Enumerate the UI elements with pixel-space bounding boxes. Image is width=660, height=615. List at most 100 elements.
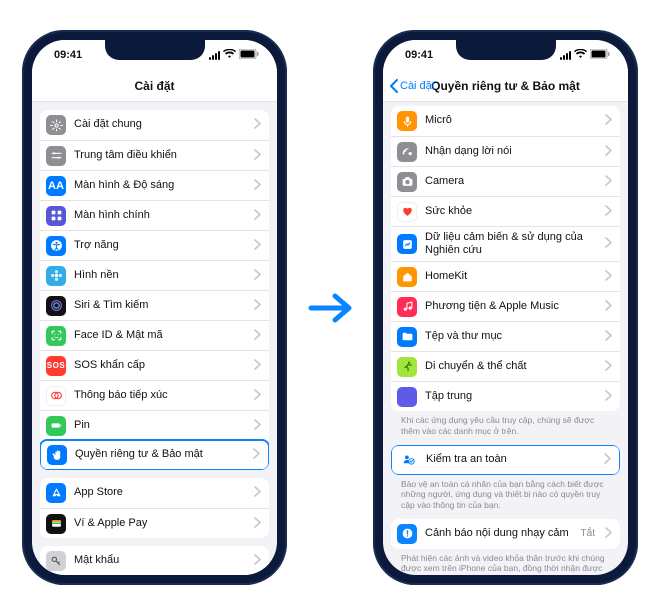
- mic-icon: [397, 111, 417, 131]
- settings-row-gear[interactable]: Cài đặt chung: [40, 110, 269, 140]
- settings-row-wallet[interactable]: Ví & Apple Pay: [40, 508, 269, 538]
- faceid-icon: [46, 326, 66, 346]
- battery-icon: [239, 49, 259, 62]
- appstore-icon: [46, 483, 66, 503]
- settings-row-grid[interactable]: Màn hình chính: [40, 200, 269, 230]
- sos-icon: SOS: [46, 356, 66, 376]
- settings-row-research[interactable]: Dữ liệu cảm biến & sử dụng của Nghiên cứ…: [391, 226, 620, 261]
- settings-row-music[interactable]: Phương tiện & Apple Music: [391, 291, 620, 321]
- group1-note: Khi các ứng dụng yêu cầu truy cập, chúng…: [391, 411, 620, 436]
- grid-icon: [46, 206, 66, 226]
- chevron-right-icon: [605, 527, 612, 541]
- signal-icon: [209, 51, 220, 60]
- row-label: Sức khỏe: [425, 205, 597, 218]
- settings-row-accessibility[interactable]: Trợ năng: [40, 230, 269, 260]
- settings-row-safety[interactable]: Kiểm tra an toàn: [391, 445, 620, 475]
- settings-row-folder[interactable]: Tệp và thư mục: [391, 321, 620, 351]
- status-icons: [560, 49, 610, 62]
- wifi-icon: [223, 49, 236, 62]
- settings-row-sos[interactable]: SOS SOS khẩn cấp: [40, 350, 269, 380]
- chevron-right-icon: [605, 205, 612, 219]
- settings-row-appstore[interactable]: App Store: [40, 478, 269, 508]
- screen-right: 09:41 Cài đặt Quyền riêng tư & Bảo mật M…: [383, 40, 628, 575]
- sliders-icon: [46, 146, 66, 166]
- privacy-group-1: Micrô Nhận dạng lời nóiCamera Sức khỏe Dữ l…: [391, 106, 620, 411]
- group2-note: Bảo vệ an toàn cá nhân của bạn bằng cách…: [391, 475, 620, 511]
- battery-icon: [46, 416, 66, 436]
- privacy-group-2: Kiểm tra an toàn: [391, 445, 620, 475]
- page-title: Quyền riêng tư & Bảo mật: [431, 79, 580, 93]
- notch: [456, 40, 556, 60]
- settings-row-battery[interactable]: Pin: [40, 410, 269, 440]
- nav-bar: Cài đặt: [32, 70, 277, 102]
- row-label: SOS khẩn cấp: [74, 359, 246, 372]
- chevron-right-icon: [605, 145, 612, 159]
- settings-row-brightness[interactable]: AA Màn hình & Độ sáng: [40, 170, 269, 200]
- folder-icon: [397, 327, 417, 347]
- chevron-right-icon: [254, 269, 261, 283]
- back-button[interactable]: Cài đặt: [389, 70, 435, 101]
- row-label: Micrô: [425, 114, 597, 127]
- research-icon: [397, 234, 417, 254]
- row-label: Phương tiện & Apple Music: [425, 300, 597, 313]
- settings-row-key[interactable]: Mật khẩu: [40, 546, 269, 575]
- chevron-right-icon: [254, 149, 261, 163]
- row-label: Tệp và thư mục: [425, 330, 597, 343]
- camera-icon: [397, 172, 417, 192]
- row-label: HomeKit: [425, 270, 597, 283]
- content-right[interactable]: Micrô Nhận dạng lời nóiCamera Sức khỏe Dữ l…: [383, 102, 628, 575]
- row-label: Tập trung: [425, 390, 597, 403]
- settings-row-home[interactable]: HomeKit: [391, 261, 620, 291]
- settings-row-warn[interactable]: Cảnh báo nội dung nhạy cảmTắt: [391, 519, 620, 549]
- screen-left: 09:41 Cài đặt Cài đặt chungTrung tâm điề…: [32, 40, 277, 575]
- brightness-icon: AA: [46, 176, 66, 196]
- chevron-right-icon: [605, 114, 612, 128]
- content-left[interactable]: Cài đặt chungTrung tâm điều khiển AA Màn h…: [32, 102, 277, 575]
- settings-row-exposure[interactable]: Thông báo tiếp xúc: [40, 380, 269, 410]
- exposure-icon: [46, 386, 66, 406]
- chevron-right-icon: [605, 330, 612, 344]
- settings-row-heart[interactable]: Sức khỏe: [391, 196, 620, 226]
- hand-icon: [47, 445, 67, 465]
- chevron-right-icon: [254, 239, 261, 253]
- chevron-right-icon: [254, 486, 261, 500]
- settings-group-3: Mật khẩu: [40, 546, 269, 575]
- settings-row-camera[interactable]: Camera: [391, 166, 620, 196]
- key-icon: [46, 551, 66, 571]
- settings-row-flower[interactable]: Hình nền: [40, 260, 269, 290]
- chevron-right-icon: [254, 179, 261, 193]
- arrow-icon: [307, 288, 353, 328]
- nav-bar: Cài đặt Quyền riêng tư & Bảo mật: [383, 70, 628, 102]
- chevron-right-icon: [254, 329, 261, 343]
- gear-icon: [46, 115, 66, 135]
- settings-row-hand[interactable]: Quyền riêng tư & Bảo mật: [40, 439, 269, 470]
- chevron-right-icon: [605, 390, 612, 404]
- heart-icon: [397, 202, 417, 222]
- battery-icon: [590, 49, 610, 62]
- settings-row-run[interactable]: Di chuyển & thể chất: [391, 351, 620, 381]
- group3-note: Phát hiện các ảnh và video khỏa thân trư…: [391, 549, 620, 574]
- wallet-icon: [46, 514, 66, 534]
- row-label: Kiểm tra an toàn: [426, 453, 596, 466]
- settings-row-siri[interactable]: Siri & Tìm kiếm: [40, 290, 269, 320]
- row-label: Màn hình & Độ sáng: [74, 179, 246, 192]
- siri-icon: [46, 296, 66, 316]
- settings-row-sliders[interactable]: Trung tâm điều khiển: [40, 140, 269, 170]
- settings-row-speech[interactable]: Nhận dạng lời nói: [391, 136, 620, 166]
- settings-row-mic[interactable]: Micrô: [391, 106, 620, 136]
- home-icon: [397, 267, 417, 287]
- phone-left: 09:41 Cài đặt Cài đặt chungTrung tâm điề…: [22, 30, 287, 585]
- row-label: Pin: [74, 419, 246, 432]
- chevron-right-icon: [604, 453, 611, 467]
- settings-row-faceid[interactable]: Face ID & Mật mã: [40, 320, 269, 350]
- chevron-right-icon: [605, 270, 612, 284]
- row-label: Siri & Tìm kiếm: [74, 299, 246, 312]
- settings-row-moon[interactable]: Tập trung: [391, 381, 620, 411]
- moon-icon: [397, 387, 417, 407]
- chevron-right-icon: [254, 359, 261, 373]
- notch: [105, 40, 205, 60]
- row-label: Thông báo tiếp xúc: [74, 389, 246, 402]
- chevron-left-icon: [389, 79, 399, 93]
- speech-icon: [397, 142, 417, 162]
- flower-icon: [46, 266, 66, 286]
